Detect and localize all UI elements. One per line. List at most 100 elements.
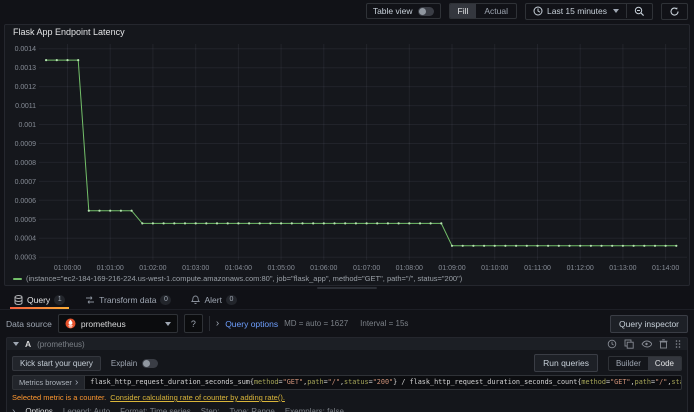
query-editor-section: A (prometheus) Kick start your query Exp…	[0, 337, 694, 412]
actual-button[interactable]: Actual	[476, 4, 516, 18]
warning-text: Selected metric is a counter.	[12, 393, 107, 402]
query-row-body: Kick start your query Explain Run querie…	[6, 350, 688, 412]
latency-panel: Flask App Endpoint Latency 0.0014 0.0013 0…	[4, 24, 690, 286]
tab-transform-data[interactable]: Transform data 0	[77, 290, 179, 309]
legend-series-swatch	[13, 277, 22, 280]
transform-icon	[86, 295, 95, 304]
fill-actual-group: Fill Actual	[448, 3, 517, 19]
svg-text:01:09:00: 01:09:00	[438, 265, 465, 272]
time-range-label: Last 15 minutes	[546, 6, 607, 16]
query-datasource-hint: (prometheus)	[37, 339, 85, 349]
svg-text:01:13:00: 01:13:00	[609, 265, 636, 272]
svg-text:01:08:00: 01:08:00	[396, 265, 423, 272]
chevron-down-icon	[164, 321, 171, 326]
svg-text:0.0009: 0.0009	[15, 141, 37, 148]
svg-text:0.0013: 0.0013	[15, 65, 37, 72]
chevron-right-icon: ›	[215, 317, 220, 329]
kick-start-query-button[interactable]: Kick start your query	[12, 355, 101, 371]
table-view-switch[interactable]	[417, 6, 434, 16]
svg-text:0.0005: 0.0005	[15, 217, 37, 224]
query-toolbar: Kick start your query Explain Run querie…	[12, 353, 682, 373]
datasource-select[interactable]: prometheus	[57, 314, 178, 333]
time-range-picker[interactable]: Last 15 minutes	[526, 4, 626, 18]
svg-text:0.0008: 0.0008	[15, 160, 37, 167]
splitter-grip-icon	[317, 287, 377, 289]
option-legend: Legend: Auto	[62, 407, 111, 412]
tab-query-label: Query	[27, 294, 51, 305]
svg-text:01:11:00: 01:11:00	[524, 265, 551, 272]
tab-query-count: 1	[54, 294, 66, 305]
datasource-value: prometheus	[80, 318, 126, 329]
explain-switch[interactable]	[142, 358, 159, 368]
zoom-out-icon	[634, 6, 645, 16]
explain-toggle[interactable]: Explain	[110, 358, 159, 368]
metrics-browser-button[interactable]: Metrics browser ›	[12, 375, 85, 390]
grip-icon	[675, 340, 681, 348]
svg-text:01:12:00: 01:12:00	[567, 265, 594, 272]
query-row-actions	[607, 339, 681, 349]
question-icon: ?	[190, 318, 196, 329]
tab-alert[interactable]: Alert 0	[183, 290, 244, 309]
duplicate-query-button[interactable]	[624, 339, 634, 349]
collapse-query-icon[interactable]	[13, 342, 19, 346]
clock-icon	[533, 6, 543, 16]
code-button[interactable]: Code	[647, 356, 681, 370]
svg-text:0.0003: 0.0003	[15, 255, 37, 262]
chevron-right-icon: ›	[74, 376, 79, 388]
copy-icon	[624, 339, 634, 349]
editor-tabs: Query 1 Transform data 0 Alert 0	[0, 290, 694, 310]
table-view-label: Table view	[372, 6, 413, 16]
query-inspector-button[interactable]: Query inspector	[610, 314, 688, 333]
builder-button[interactable]: Builder	[609, 357, 648, 370]
option-exemplars: Exemplars: false	[284, 407, 344, 412]
svg-text:01:10:00: 01:10:00	[481, 265, 508, 272]
svg-text:0.001: 0.001	[18, 122, 36, 129]
trash-icon	[659, 339, 668, 349]
tab-alert-label: Alert	[204, 294, 222, 305]
query-row-header[interactable]: A (prometheus)	[6, 337, 688, 350]
drag-handle[interactable]	[675, 339, 681, 349]
svg-text:0.0006: 0.0006	[15, 198, 37, 205]
fill-button[interactable]: Fill	[449, 4, 477, 18]
warning-rate-link[interactable]: Consider calculating rate of counter by …	[110, 392, 285, 403]
run-queries-button[interactable]: Run queries	[534, 354, 598, 372]
svg-text:0.0012: 0.0012	[15, 84, 37, 91]
svg-text:01:14:00: 01:14:00	[652, 265, 679, 272]
query-options-toggle[interactable]: Query options	[225, 319, 278, 329]
zoom-out-button[interactable]	[627, 4, 652, 19]
counter-warning: Selected metric is a counter. Consider c…	[12, 392, 682, 403]
table-view-toggle[interactable]: Table view	[365, 3, 441, 19]
latency-timeseries-chart[interactable]: 0.0014 0.0013 0.0012 0.0011 0.001 0.0009 0.000…	[5, 40, 691, 272]
divider	[208, 316, 210, 331]
datasource-help-button[interactable]: ?	[183, 314, 203, 333]
topbar: Table view Fill Actual Last 15 minutes	[0, 0, 694, 22]
refresh-icon	[670, 6, 679, 16]
query-options-summary: MD = auto = 1627 Interval = 15s	[284, 319, 408, 328]
database-icon	[14, 294, 23, 305]
query-history-button[interactable]	[607, 339, 617, 349]
svg-text:01:04:00: 01:04:00	[225, 265, 252, 272]
datasource-row: Data source prometheus ? › Query options…	[0, 310, 694, 337]
hide-response-button[interactable]	[641, 339, 652, 349]
metrics-browser-label: Metrics browser	[19, 378, 72, 387]
option-type: Type: Range	[229, 407, 275, 412]
tab-query[interactable]: Query 1	[6, 290, 73, 309]
refresh-button[interactable]	[662, 4, 687, 19]
svg-text:01:01:00: 01:01:00	[97, 265, 124, 272]
tab-transform-count: 0	[160, 294, 172, 305]
query-expression-input[interactable]: flask_http_request_duration_seconds_sum{…	[84, 375, 682, 390]
chevron-right-icon: ›	[12, 405, 16, 412]
legend-series-label[interactable]: (instance="ec2-184-169-216-224.us-west-1…	[26, 274, 462, 283]
max-data-points-summary: MD = auto = 1627	[284, 319, 349, 328]
svg-text:01:07:00: 01:07:00	[353, 265, 380, 272]
grafana-panel-editor: Table view Fill Actual Last 15 minutes F…	[0, 0, 694, 412]
options-toggle[interactable]: Options	[25, 407, 53, 412]
chevron-down-icon	[613, 9, 619, 13]
option-format: Format: Time series	[120, 407, 191, 412]
panel-title[interactable]: Flask App Endpoint Latency	[5, 25, 689, 40]
explain-label: Explain	[110, 358, 138, 368]
svg-text:01:05:00: 01:05:00	[267, 265, 294, 272]
query-ref-id[interactable]: A	[25, 339, 31, 349]
tab-alert-count: 0	[225, 294, 237, 305]
remove-query-button[interactable]	[659, 339, 668, 349]
